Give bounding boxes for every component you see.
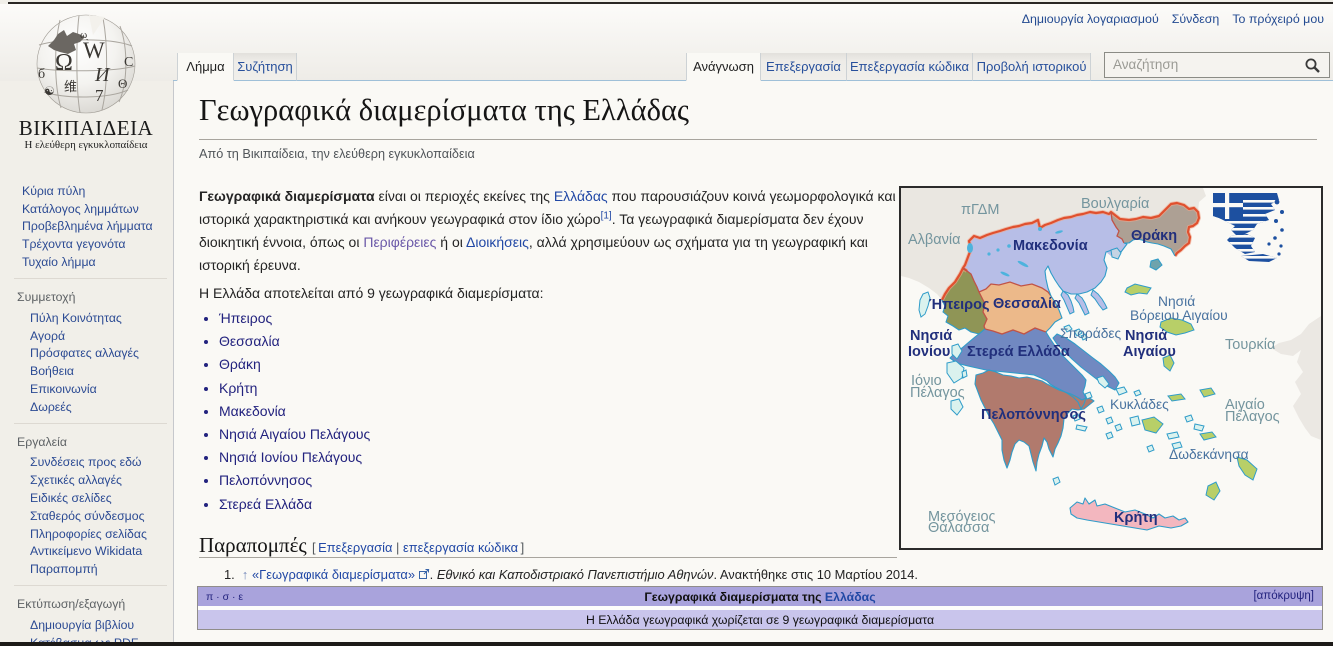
svg-text:☯: ☯ — [44, 84, 55, 98]
svg-text:Κρήτη: Κρήτη — [1114, 510, 1158, 526]
svg-text:Πέλαγος: Πέλαγος — [910, 385, 965, 401]
svg-text:Δωδεκάνησα: Δωδεκάνησα — [1169, 447, 1249, 462]
svg-text:Αιγαίου: Αιγαίου — [1123, 344, 1176, 360]
svg-text:Θεσσαλία: Θεσσαλία — [993, 296, 1061, 312]
svg-text:7: 7 — [95, 86, 104, 105]
svg-text:С: С — [124, 55, 133, 70]
svg-text:πΓΔΜ: πΓΔΜ — [961, 202, 999, 218]
svg-text:Νησιά: Νησιά — [910, 328, 952, 344]
svg-text:Ω: Ω — [55, 50, 73, 76]
svg-text:Μακεδονία: Μακεδονία — [1013, 238, 1088, 254]
svg-text:Νησιά: Νησιά — [1125, 328, 1167, 344]
svg-text:Πελοπόννησος: Πελοπόννησος — [981, 407, 1086, 423]
svg-text:Θάλασσα: Θάλασσα — [928, 520, 989, 536]
svg-text:И: И — [94, 64, 111, 86]
svg-text:Βουλγαρία: Βουλγαρία — [1081, 196, 1149, 212]
svg-text:Στερεά Ελλάδα: Στερεά Ελλάδα — [967, 344, 1070, 360]
svg-text:Ήπειρος: Ήπειρος — [929, 297, 990, 313]
svg-text:Πέλαγος: Πέλαγος — [1225, 409, 1280, 425]
svg-text:Αλβανία: Αλβανία — [908, 232, 961, 248]
svg-text:Θ: Θ — [118, 76, 127, 91]
svg-text:Θράκη: Θράκη — [1131, 228, 1177, 244]
svg-text:Νησιά: Νησιά — [1158, 294, 1195, 309]
svg-text:Ιονίου: Ιονίου — [908, 344, 950, 360]
svg-text:Κυκλάδες: Κυκλάδες — [1110, 397, 1169, 412]
svg-text:Τουρκία: Τουρκία — [1225, 337, 1275, 353]
svg-text:维: 维 — [64, 79, 77, 94]
svg-text:Βόρειου Αιγαίου: Βόρειου Αιγαίου — [1130, 308, 1228, 323]
svg-text:б: б — [38, 67, 45, 82]
svg-text:W: W — [83, 38, 105, 63]
svg-text:Σποράδες: Σποράδες — [1060, 326, 1122, 341]
